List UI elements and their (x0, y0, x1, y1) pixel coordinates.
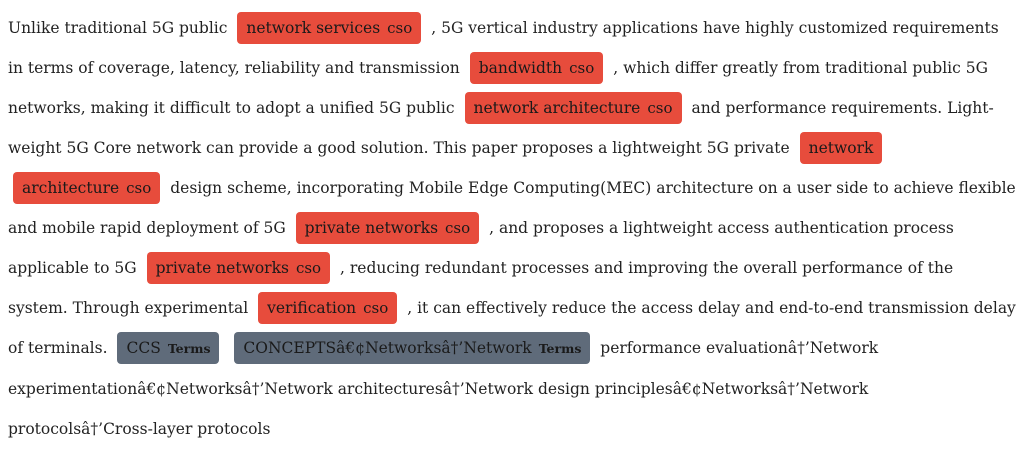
tag-kind-label: Terms (167, 341, 211, 356)
tag-text: verification (267, 299, 357, 317)
abstract-paragraph: Unlike traditional 5G public network ser… (0, 0, 1024, 449)
tag-kind-label: cso (295, 259, 322, 277)
tag-text: bandwidth (478, 59, 563, 77)
tag-text: network services (246, 19, 381, 37)
tag-kind-label: cso (647, 99, 673, 117)
cso-tag-network-services[interactable]: network services cso (237, 12, 422, 44)
tag-text: private networks (155, 259, 289, 277)
cso-tag-verification[interactable]: verification cso (258, 292, 398, 324)
tag-text: CCS (126, 339, 161, 357)
cso-tag-bandwidth[interactable]: bandwidth cso (469, 52, 604, 84)
terms-tag-ccs[interactable]: CCS Terms (117, 332, 220, 364)
tag-text: private networks (304, 219, 439, 237)
tag-kind-label: cso (387, 19, 413, 37)
tag-kind-label: cso (445, 219, 471, 237)
tag-kind-label: cso (126, 179, 152, 197)
cso-tag-private-networks-2[interactable]: private networks cso (146, 252, 331, 284)
tag-kind-label: cso (569, 59, 595, 77)
tag-text: network architecture (473, 99, 641, 117)
terms-tag-concepts[interactable]: CONCEPTSâ€¢Networksâ†’Network Terms (234, 332, 591, 364)
tag-kind-label: cso (363, 299, 389, 317)
tag-text: CONCEPTSâ€¢Networksâ†’Network (243, 339, 532, 357)
cso-tag-network-architecture[interactable]: network architecture cso (464, 92, 682, 124)
cso-tag-private-networks[interactable]: private networks cso (295, 212, 480, 244)
tag-kind-label: Terms (538, 341, 582, 356)
text-segment: Unlike traditional 5G public (8, 19, 228, 37)
